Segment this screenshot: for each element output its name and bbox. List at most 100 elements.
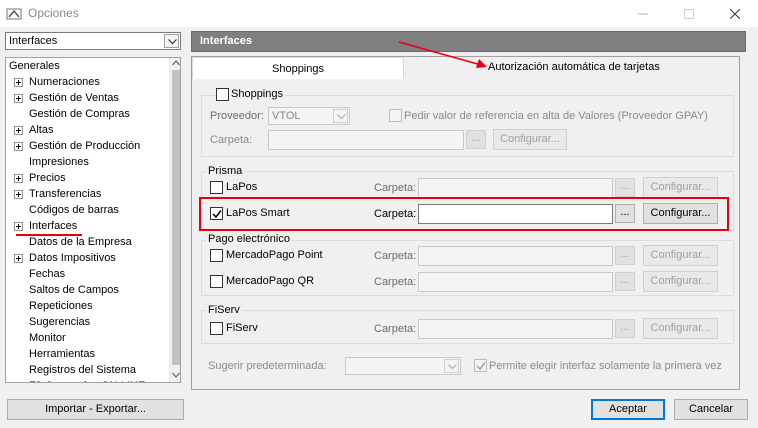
expand-plus-icon[interactable] bbox=[14, 94, 23, 103]
cancel-button[interactable]: Cancelar bbox=[674, 399, 748, 420]
provider-select-value: VTOL bbox=[272, 110, 301, 122]
tab-autorizacion[interactable]: Autorización automática de tarjetas bbox=[488, 61, 660, 73]
fiserv-title: FiServ bbox=[206, 304, 242, 316]
prisma-title: Prisma bbox=[206, 165, 245, 177]
interface-label: FiServ bbox=[226, 322, 258, 334]
expand-plus-icon[interactable] bbox=[14, 190, 23, 199]
tree-item-label: Saltos de Campos bbox=[29, 284, 119, 296]
configurar-button[interactable]: Configurar... bbox=[643, 318, 718, 339]
browse-button[interactable]: ... bbox=[615, 272, 635, 291]
interface-label: MercadoPago Point bbox=[226, 249, 323, 261]
expand-plus-icon[interactable] bbox=[14, 174, 23, 183]
carpeta-label: Carpeta: bbox=[374, 276, 417, 288]
shoppings-carpeta-label: Carpeta: bbox=[210, 134, 253, 146]
checkmark-icon bbox=[476, 362, 486, 371]
tab-shoppings[interactable]: Shoppings bbox=[192, 57, 404, 79]
sugerir-label: Sugerir predeterminada: bbox=[208, 360, 327, 372]
expand-plus-icon[interactable] bbox=[14, 126, 23, 135]
tree-item-label: Gestión de Producción bbox=[29, 140, 141, 152]
shoppings-configurar-button[interactable]: Configurar... bbox=[493, 129, 567, 150]
tree-item-label: Repeticiones bbox=[29, 300, 93, 312]
tree-item-label: Gestión de Ventas bbox=[29, 92, 119, 104]
scroll-up-icon[interactable] bbox=[172, 60, 180, 66]
sugerir-select[interactable] bbox=[345, 357, 461, 375]
import-export-button[interactable]: Importar - Exportar... bbox=[7, 399, 184, 420]
pedir-valor-checkbox[interactable] bbox=[389, 109, 402, 122]
tree-scroll-thumb[interactable] bbox=[172, 70, 180, 365]
category-select-value: Interfaces bbox=[9, 35, 58, 47]
permite-elegir-label: Permite elegir interfaz solamente la pri… bbox=[489, 360, 722, 372]
tree-item-label: F9 Comandos ON LINE bbox=[29, 378, 145, 382]
tree-item-label: Altas bbox=[29, 124, 54, 136]
tree-item-label: Fechas bbox=[29, 268, 66, 280]
app-icon bbox=[6, 6, 22, 22]
close-button[interactable] bbox=[712, 0, 758, 28]
panel-header-title: Interfaces bbox=[200, 35, 252, 47]
tab-shoppings-label: Shoppings bbox=[272, 63, 324, 75]
tree-scrollbar[interactable] bbox=[169, 58, 180, 382]
expand-plus-icon[interactable] bbox=[14, 142, 23, 151]
window-title: Opciones bbox=[28, 6, 79, 20]
carpeta-label: Carpeta: bbox=[374, 323, 417, 335]
configurar-button[interactable]: Configurar... bbox=[643, 245, 718, 266]
interface-checkbox[interactable] bbox=[210, 249, 223, 262]
provider-select[interactable]: VTOL bbox=[268, 107, 350, 125]
interface-label: MercadoPago QR bbox=[226, 275, 315, 287]
shoppings-carpeta-input[interactable] bbox=[268, 130, 464, 150]
configurar-button[interactable]: Configurar... bbox=[643, 271, 718, 292]
interfaces-underline-annotation bbox=[16, 234, 82, 236]
maximize-button[interactable] bbox=[666, 0, 712, 28]
carpeta-input[interactable] bbox=[418, 272, 613, 292]
carpeta-label: Carpeta: bbox=[374, 182, 417, 194]
browse-button[interactable]: ... bbox=[615, 319, 635, 338]
browse-button[interactable]: ... bbox=[615, 246, 635, 265]
browse-button[interactable]: ... bbox=[615, 178, 635, 197]
provider-label: Proveedor: bbox=[210, 110, 264, 122]
title-bar: Opciones bbox=[0, 0, 758, 28]
tree-item-label: Datos Impositivos bbox=[29, 252, 116, 264]
tree-item-label: Sugerencias bbox=[29, 316, 91, 328]
interface-checkbox[interactable] bbox=[210, 322, 223, 335]
tree-item-label: Numeraciones bbox=[29, 76, 100, 88]
options-tree[interactable]: Generales Numeraciones Gestión de Ventas Ge… bbox=[5, 57, 181, 383]
minimize-button[interactable] bbox=[620, 0, 666, 28]
minimize-icon bbox=[638, 13, 648, 15]
shoppings-checkbox-label: Shoppings bbox=[229, 88, 285, 100]
chevron-down-icon[interactable] bbox=[333, 109, 348, 123]
expand-plus-icon[interactable] bbox=[14, 222, 23, 231]
expand-plus-icon[interactable] bbox=[14, 254, 23, 263]
permite-elegir-checkbox[interactable] bbox=[474, 359, 487, 372]
interface-checkbox[interactable] bbox=[210, 181, 223, 194]
arrow-annotation-icon bbox=[398, 41, 487, 68]
lapos-smart-highlight-annotation bbox=[199, 197, 729, 231]
tree-item-label: Registros del Sistema bbox=[29, 364, 136, 376]
close-icon bbox=[730, 9, 740, 19]
tree-item-label: Precios bbox=[29, 172, 66, 184]
tree-item-label: Herramientas bbox=[29, 348, 96, 360]
interface-checkbox[interactable] bbox=[210, 275, 223, 288]
shoppings-checkbox[interactable] bbox=[216, 88, 229, 101]
pedir-valor-label: Pedir valor de referencia en alta de Val… bbox=[404, 110, 708, 122]
carpeta-input[interactable] bbox=[418, 319, 613, 339]
tree-item-label: Interfaces bbox=[29, 220, 78, 232]
tree-item-label: Generales bbox=[9, 60, 60, 72]
interface-label: LaPos bbox=[226, 181, 258, 193]
category-select[interactable]: Interfaces bbox=[5, 32, 181, 50]
chevron-down-icon[interactable] bbox=[444, 359, 459, 373]
scroll-down-icon[interactable] bbox=[172, 372, 180, 378]
carpeta-label: Carpeta: bbox=[374, 250, 417, 262]
tree-item-label: Impresiones bbox=[29, 156, 89, 168]
tree-item-label: Datos de la Empresa bbox=[29, 236, 132, 248]
tree-item-label: Códigos de barras bbox=[29, 204, 119, 216]
tree-item-label: Transferencias bbox=[29, 188, 102, 200]
shoppings-browse-button[interactable]: ... bbox=[466, 130, 486, 149]
carpeta-input[interactable] bbox=[418, 246, 613, 266]
tree-item-label: Gestión de Compras bbox=[29, 108, 130, 120]
accept-button[interactable]: Aceptar bbox=[591, 399, 665, 420]
pago-electronico-title: Pago electrónico bbox=[206, 233, 292, 245]
chevron-down-icon[interactable] bbox=[164, 34, 179, 48]
expand-plus-icon[interactable] bbox=[14, 78, 23, 87]
tree-item-label: Monitor bbox=[29, 332, 66, 344]
configurar-button[interactable]: Configurar... bbox=[643, 177, 718, 198]
carpeta-input[interactable] bbox=[418, 178, 613, 198]
